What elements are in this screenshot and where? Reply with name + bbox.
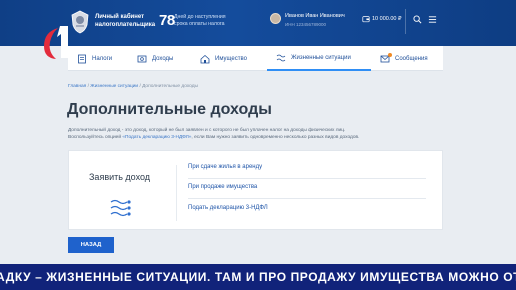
declaration-3ndfl-link[interactable]: Подать декларацию 3-НДФЛ bbox=[188, 205, 268, 211]
page-description: Дополнительный доход - это доход, которы… bbox=[68, 127, 438, 142]
ticker-text: АДКУ – ЖИЗНЕННЫЕ СИТУАЦИИ. ТАМ И ПРО ПРО… bbox=[0, 270, 516, 284]
search-icon[interactable] bbox=[413, 15, 422, 24]
property-icon bbox=[200, 54, 210, 63]
declaration-link[interactable]: «Подать декларацию 3-НДФЛ» bbox=[122, 135, 191, 140]
tab-messages-label: Сообщения bbox=[395, 55, 428, 62]
tab-taxes[interactable]: Налоги bbox=[68, 46, 128, 71]
channel-logo-icon bbox=[44, 26, 68, 59]
main-nav: Налоги Доходы Имущество Жизненные ситуац… bbox=[68, 46, 443, 71]
card-title: Заявить доход bbox=[89, 172, 151, 182]
tax-service-emblem-icon bbox=[71, 10, 89, 34]
header-divider bbox=[405, 9, 406, 34]
cabinet-title[interactable]: Личный кабинет налогоплательщика bbox=[95, 13, 157, 29]
rent-income-link[interactable]: При сдаче жилья в аренду bbox=[188, 164, 262, 170]
income-flow-icon bbox=[110, 199, 131, 217]
card-divider bbox=[176, 165, 177, 221]
tab-property-label: Имущество bbox=[215, 55, 247, 62]
news-ticker: АДКУ – ЖИЗНЕННЫЕ СИТУАЦИИ. ТАМ И ПРО ПРО… bbox=[0, 264, 516, 290]
wallet-amount[interactable]: 10 000.00 ₽ bbox=[372, 16, 402, 22]
avatar[interactable] bbox=[270, 13, 281, 24]
tab-taxes-label: Налоги bbox=[92, 55, 113, 62]
user-name[interactable]: Иванов Иван Иванович bbox=[285, 13, 345, 19]
tab-income[interactable]: Доходы bbox=[128, 46, 191, 71]
top-header: Личный кабинет налогоплательщика 78 Дней… bbox=[0, 0, 516, 46]
unread-badge bbox=[388, 53, 392, 57]
tab-property[interactable]: Имущество bbox=[191, 46, 267, 71]
tab-life-situations[interactable]: Жизненные ситуации bbox=[267, 46, 371, 71]
tab-income-label: Доходы bbox=[152, 55, 174, 62]
tab-messages[interactable]: Сообщения bbox=[371, 46, 443, 71]
link-divider bbox=[188, 178, 426, 179]
link-divider bbox=[188, 198, 426, 199]
days-label: Дней до наступления срока оплаты налога bbox=[174, 14, 226, 27]
description-text: Воспользуйтесь опцией bbox=[68, 135, 123, 141]
menu-icon[interactable] bbox=[428, 15, 437, 24]
life-situations-icon bbox=[276, 54, 286, 61]
user-inn: ИНН 123456789000 bbox=[285, 22, 327, 27]
tab-life-situations-label: Жизненные ситуации bbox=[291, 54, 351, 61]
page-title: Дополнительные доходы bbox=[67, 101, 272, 118]
income-icon bbox=[137, 55, 147, 62]
taxes-icon bbox=[78, 54, 86, 63]
breadcrumb: Главная / Жизненные ситуации / Дополните… bbox=[68, 84, 198, 89]
back-button[interactable]: НАЗАД bbox=[68, 237, 114, 253]
property-sale-link[interactable]: При продаже имущества bbox=[188, 184, 257, 190]
breadcrumb-current: Дополнительные доходы bbox=[142, 84, 198, 89]
breadcrumb-home[interactable]: Главная bbox=[68, 84, 86, 89]
breadcrumb-section[interactable]: Жизненные ситуации bbox=[90, 84, 138, 89]
description-text: Дополнительный доход - это доход, которы… bbox=[68, 128, 346, 133]
description-text: , если Вам нужно заявить одновременно не… bbox=[191, 135, 360, 141]
days-counter: 78 bbox=[159, 12, 175, 29]
wallet-icon bbox=[362, 16, 370, 23]
declare-income-card: Заявить доход При сдаче жилья в аренду П… bbox=[68, 150, 443, 230]
